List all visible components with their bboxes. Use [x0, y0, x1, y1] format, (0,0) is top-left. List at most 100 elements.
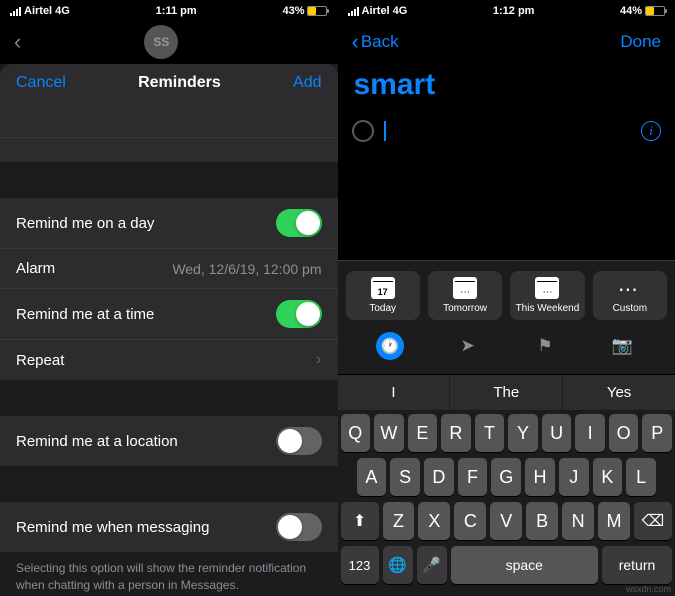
key-q[interactable]: Q [341, 414, 371, 452]
remind-day-toggle[interactable] [276, 209, 322, 237]
key-z[interactable]: Z [383, 502, 415, 540]
carrier-label: Airtel 4G [362, 5, 408, 17]
remind-location-toggle[interactable] [276, 427, 322, 455]
add-button[interactable]: Add [293, 74, 321, 92]
remind-time-toggle[interactable] [276, 300, 322, 328]
chevron-right-icon: › [316, 351, 321, 369]
remind-messaging-label: Remind me when messaging [16, 519, 209, 536]
key-d[interactable]: D [424, 458, 454, 496]
camera-button[interactable]: 📷 [608, 332, 636, 360]
screenshot-reminder-details: Airtel 4G 1:11 pm 43% ‹ SS Cancel Remind… [0, 0, 338, 596]
notes-field[interactable] [0, 138, 338, 162]
key-i[interactable]: I [575, 414, 605, 452]
key-r[interactable]: R [441, 414, 471, 452]
keyboard: Q W E R T Y U I O P A S D F G H J K L ⬆ … [338, 410, 675, 596]
alarm-label: Alarm [16, 260, 55, 277]
key-e[interactable]: E [408, 414, 438, 452]
key-u[interactable]: U [542, 414, 572, 452]
quick-tomorrow-button[interactable]: Tomorrow [428, 271, 502, 320]
suggestion-3[interactable]: Yes [563, 375, 675, 410]
key-n[interactable]: N [562, 502, 594, 540]
key-t[interactable]: T [475, 414, 505, 452]
quick-today-button[interactable]: 17 Today [346, 271, 420, 320]
location-button[interactable]: ➤ [454, 332, 482, 360]
key-k[interactable]: K [593, 458, 623, 496]
back-button[interactable]: ‹ Back [352, 29, 399, 55]
list-title: smart [338, 64, 675, 112]
location-icon: ➤ [460, 336, 474, 356]
key-h[interactable]: H [525, 458, 555, 496]
key-v[interactable]: V [490, 502, 522, 540]
new-reminder-row[interactable]: i [338, 112, 675, 150]
key-o[interactable]: O [609, 414, 639, 452]
key-a[interactable]: A [357, 458, 387, 496]
key-shift[interactable]: ⬆ [341, 502, 379, 540]
key-m[interactable]: M [598, 502, 630, 540]
clock-label: 1:11 pm [156, 5, 197, 17]
text-cursor [384, 121, 386, 141]
page-title: Reminders [138, 74, 221, 92]
keyboard-row-3: ⬆ Z X C V B N M ⌫ [341, 502, 673, 540]
key-w[interactable]: W [374, 414, 404, 452]
key-mic[interactable]: 🎤 [417, 546, 447, 584]
flag-icon: ⚑ [537, 336, 552, 356]
battery-icon [645, 6, 665, 16]
remind-location-row: Remind me at a location [0, 416, 338, 466]
key-s[interactable]: S [390, 458, 420, 496]
alarm-row[interactable]: Alarm Wed, 12/6/19, 12:00 pm [0, 249, 338, 289]
suggestion-1[interactable]: I [338, 375, 451, 410]
cancel-button[interactable]: Cancel [16, 74, 66, 92]
key-f[interactable]: F [458, 458, 488, 496]
carrier-label: Airtel 4G [24, 5, 70, 17]
key-numbers[interactable]: 123 [341, 546, 379, 584]
done-button[interactable]: Done [620, 32, 661, 52]
key-globe[interactable]: 🌐 [383, 546, 413, 584]
key-space[interactable]: space [451, 546, 599, 584]
nav-bar: ‹ Back Done [338, 20, 675, 64]
remind-time-label: Remind me at a time [16, 306, 154, 323]
key-g[interactable]: G [491, 458, 521, 496]
key-backspace[interactable]: ⌫ [634, 502, 672, 540]
modal-header: Cancel Reminders Add [0, 64, 338, 102]
shift-icon: ⬆ [353, 511, 366, 531]
keyboard-row-1: Q W E R T Y U I O P [341, 414, 673, 452]
flag-button[interactable]: ⚑ [531, 332, 559, 360]
key-y[interactable]: Y [508, 414, 538, 452]
time-button[interactable]: 🕐 [376, 332, 404, 360]
repeat-row[interactable]: Repeat › [0, 340, 338, 380]
globe-icon: 🌐 [388, 556, 407, 574]
keyboard-suggestions: I The Yes [338, 374, 675, 410]
mic-icon: 🎤 [422, 556, 441, 574]
info-icon[interactable]: i [641, 121, 661, 141]
keyboard-row-2: A S D F G H J K L [341, 458, 673, 496]
key-l[interactable]: L [626, 458, 656, 496]
ellipsis-icon [618, 277, 642, 299]
back-chevron-icon[interactable]: ‹ [14, 29, 21, 55]
quick-weekend-button[interactable]: This Weekend [510, 271, 584, 320]
key-c[interactable]: C [454, 502, 486, 540]
calendar-today-icon: 17 [371, 277, 395, 299]
status-bar: Airtel 4G 1:11 pm 43% [0, 0, 338, 20]
key-p[interactable]: P [642, 414, 672, 452]
remind-time-row: Remind me at a time [0, 289, 338, 340]
battery-icon [307, 6, 327, 16]
messaging-hint: Selecting this option will show the remi… [0, 552, 338, 596]
backspace-icon: ⌫ [642, 511, 665, 531]
form-body: Remind me on a day Alarm Wed, 12/6/19, 1… [0, 102, 338, 596]
clock-icon: 🕐 [381, 337, 400, 355]
remind-messaging-toggle[interactable] [276, 513, 322, 541]
key-x[interactable]: X [418, 502, 450, 540]
camera-icon: 📷 [612, 336, 633, 356]
reminder-radio[interactable] [352, 120, 374, 142]
signal-bars-icon [348, 7, 359, 16]
battery-pct: 43% [282, 5, 304, 17]
quick-custom-button[interactable]: Custom [593, 271, 667, 320]
key-b[interactable]: B [526, 502, 558, 540]
parent-nav: ‹ SS [0, 20, 338, 64]
suggestion-2[interactable]: The [450, 375, 563, 410]
clock-label: 1:12 pm [493, 5, 535, 17]
avatar[interactable]: SS [144, 25, 178, 59]
key-j[interactable]: J [559, 458, 589, 496]
key-return[interactable]: return [602, 546, 672, 584]
keyboard-row-4: 123 🌐 🎤 space return [341, 546, 673, 584]
